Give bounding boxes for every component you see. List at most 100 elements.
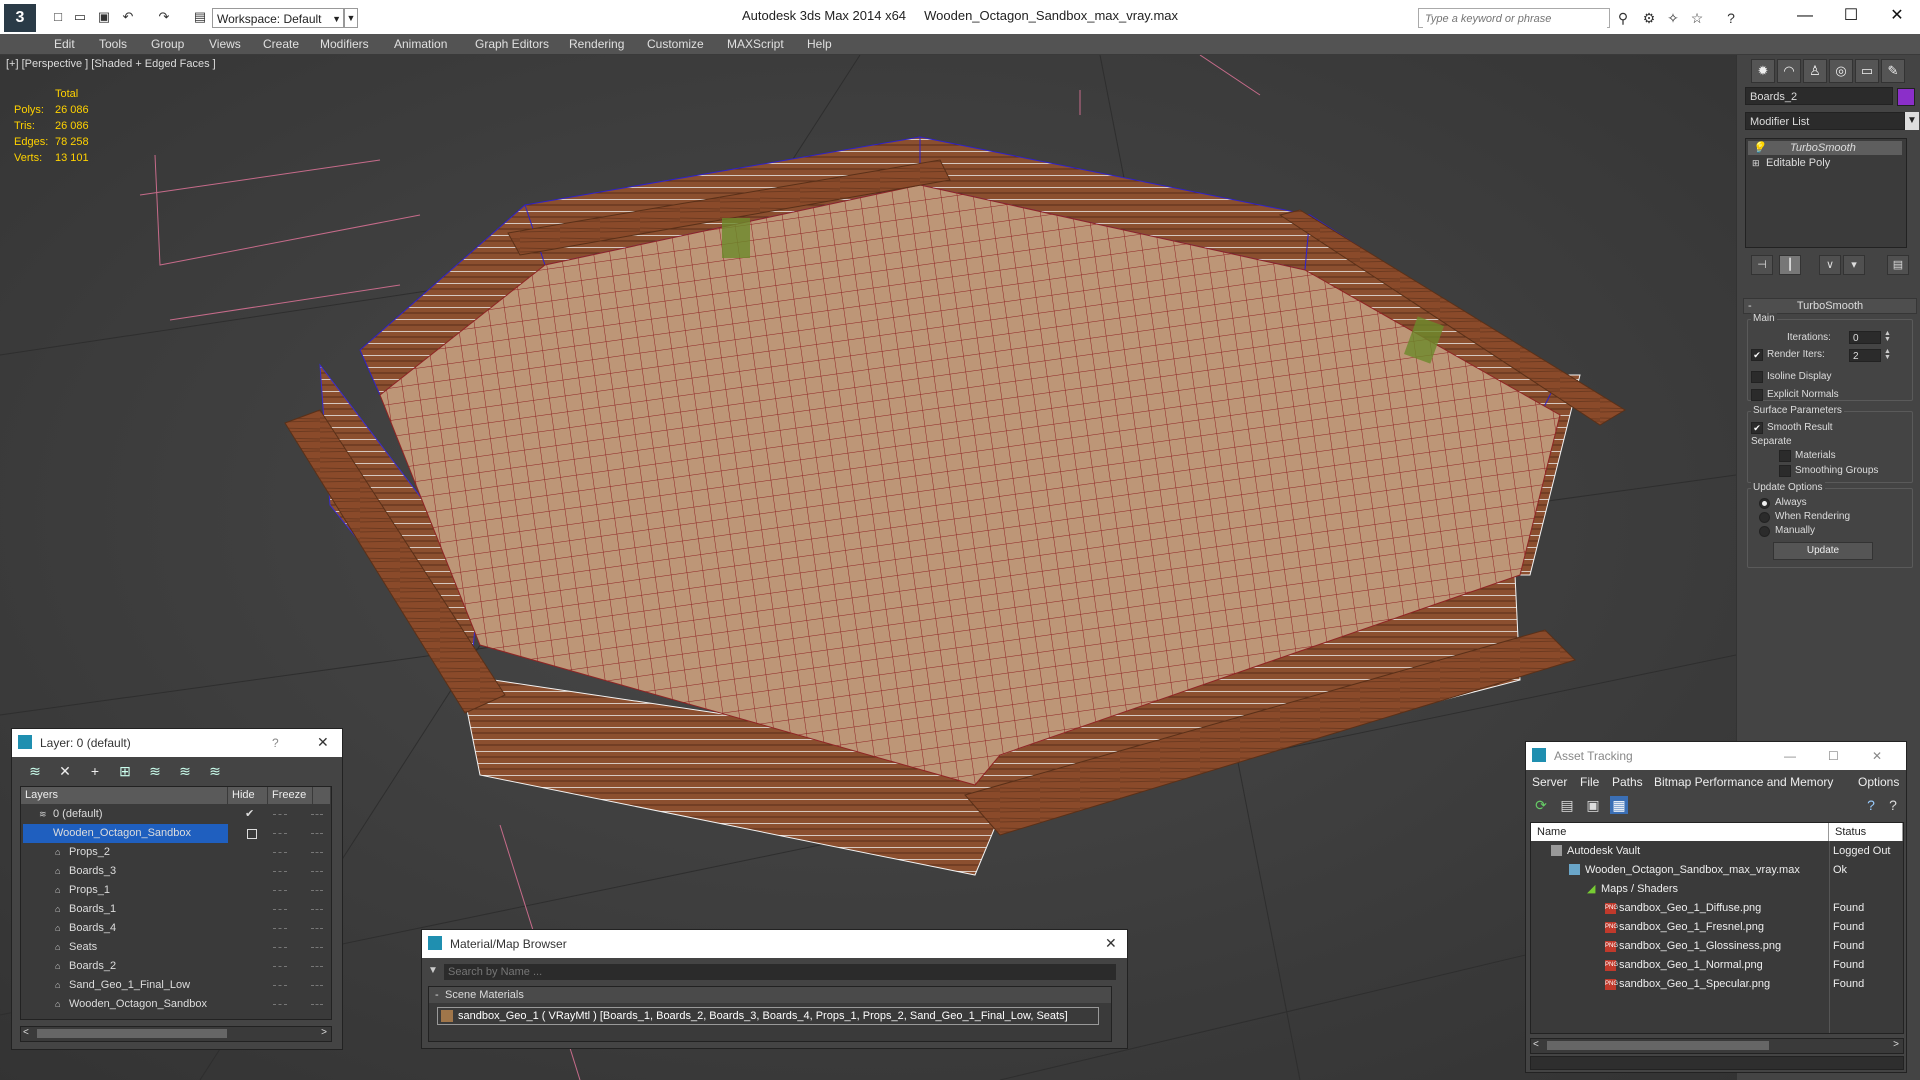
pin-stack-icon[interactable]: ⊣	[1751, 255, 1773, 275]
freeze-toggle[interactable]	[311, 1004, 323, 1006]
asset-row[interactable]: PNG sandbox_Geo_1_Glossiness.png Found	[1531, 937, 1903, 956]
configure-sets-icon[interactable]: ▤	[1887, 255, 1909, 275]
menu-graph-editors[interactable]: Graph Editors	[475, 34, 549, 54]
current-layer-check-icon[interactable]: ✔	[245, 805, 254, 824]
open-file-icon[interactable]: ▭	[72, 9, 88, 25]
spinner-arrows-icon[interactable]: ▲ ▼	[1883, 330, 1892, 344]
maximize-icon[interactable]: ☐	[1828, 749, 1839, 763]
hide-all-layers-icon[interactable]: ≋	[176, 762, 194, 780]
freeze-toggle[interactable]	[311, 966, 323, 968]
binoculars-icon[interactable]: ⚲	[1614, 9, 1632, 27]
create-tab-icon[interactable]: ✹	[1751, 59, 1775, 83]
vault-help-icon[interactable]: ?	[1862, 796, 1880, 814]
layer-object-row[interactable]: ⌂ Boards_2	[21, 957, 331, 976]
menu-tools[interactable]: Tools	[99, 34, 127, 54]
materials-checkbox[interactable]	[1779, 450, 1791, 462]
hierarchy-tab-icon[interactable]: ♙	[1803, 59, 1827, 83]
new-file-icon[interactable]: □	[50, 9, 66, 25]
asset-tracking-header[interactable]: Asset Tracking — ☐ ✕	[1526, 742, 1906, 770]
object-color-swatch[interactable]	[1897, 88, 1915, 106]
hide-toggle[interactable]	[273, 814, 287, 816]
update-button[interactable]: Update	[1773, 542, 1873, 560]
chevron-down-icon[interactable]: ▼	[1905, 112, 1919, 130]
delete-layer-icon[interactable]: ✕	[56, 762, 74, 780]
horizontal-scrollbar[interactable]: < >	[20, 1026, 332, 1042]
hide-toggle[interactable]	[273, 966, 287, 968]
minimize-button[interactable]: —	[1782, 0, 1828, 32]
freeze-toggle[interactable]	[311, 928, 323, 930]
search-box[interactable]	[1418, 8, 1610, 28]
col-name-header[interactable]: Name	[1531, 823, 1829, 841]
layer-object-row[interactable]: ⌂ Seats	[21, 938, 331, 957]
hide-toggle[interactable]	[273, 985, 287, 987]
col-layers-header[interactable]: Layers	[21, 787, 228, 804]
redo-icon[interactable]: ↷	[156, 9, 172, 25]
smoothing-groups-checkbox[interactable]	[1779, 465, 1791, 477]
freeze-toggle[interactable]	[311, 833, 323, 835]
subscription-icon[interactable]: ⚙	[1640, 9, 1658, 27]
expand-plus-icon[interactable]: ⊞	[1752, 156, 1760, 170]
object-name-field[interactable]: Boards_2	[1745, 87, 1893, 105]
select-layer-icon[interactable]: ⊞	[116, 762, 134, 780]
horizontal-scrollbar[interactable]: < >	[1530, 1038, 1904, 1054]
stack-item-editable-poly[interactable]: ⊞ Editable Poly	[1748, 156, 1902, 170]
close-icon[interactable]: ✕	[1105, 935, 1117, 952]
freeze-toggle[interactable]	[311, 909, 323, 911]
menu-views[interactable]: Views	[209, 34, 241, 54]
menu-maxscript[interactable]: MAXScript	[727, 34, 784, 54]
help-icon[interactable]: ?	[1884, 796, 1902, 814]
always-radio[interactable]	[1759, 498, 1770, 509]
layer-object-row[interactable]: ⌂ Sand_Geo_1_Final_Low	[21, 976, 331, 995]
menu-rendering[interactable]: Rendering	[569, 34, 624, 54]
scroll-right-icon[interactable]: >	[1893, 1039, 1899, 1050]
hide-toggle[interactable]	[273, 909, 287, 911]
utilities-tab-icon[interactable]: ✎	[1881, 59, 1905, 83]
freeze-toggle[interactable]	[311, 871, 323, 873]
render-iters-spinner[interactable]: 2	[1849, 349, 1881, 362]
hide-toggle[interactable]	[273, 1004, 287, 1006]
add-to-layer-icon[interactable]: +	[86, 762, 104, 780]
col-freeze-header[interactable]: Freeze	[268, 787, 313, 804]
menu-group[interactable]: Group	[151, 34, 184, 54]
asset-row[interactable]: PNG sandbox_Geo_1_Specular.png Found	[1531, 975, 1903, 994]
layer-object-row[interactable]: ⌂ Props_2	[21, 843, 331, 862]
material-search-input[interactable]	[444, 964, 1116, 980]
iterations-spinner[interactable]: 0	[1849, 331, 1881, 344]
scroll-thumb[interactable]	[37, 1029, 227, 1038]
close-icon[interactable]: ✕	[1872, 749, 1882, 763]
help-icon[interactable]: ?	[272, 736, 279, 750]
refresh-icon[interactable]: ⟳	[1532, 796, 1550, 814]
menu-animation[interactable]: Animation	[394, 34, 447, 54]
close-icon[interactable]: ✕	[317, 734, 329, 751]
scroll-right-icon[interactable]: >	[321, 1027, 327, 1038]
material-item[interactable]: sandbox_Geo_1 ( VRayMtl ) [Boards_1, Boa…	[437, 1007, 1099, 1025]
freeze-toggle[interactable]	[311, 985, 323, 987]
hide-toggle[interactable]	[273, 928, 287, 930]
make-unique-icon[interactable]: ∨	[1819, 255, 1841, 275]
workspace-menu-button[interactable]: ▼	[344, 8, 358, 28]
hide-toggle[interactable]	[273, 852, 287, 854]
asset-row[interactable]: PNG sandbox_Geo_1_Fresnel.png Found	[1531, 918, 1903, 937]
explicit-normals-checkbox[interactable]	[1751, 389, 1763, 401]
viewport-label[interactable]: [+] [Perspective ] [Shaded + Edged Faces…	[6, 58, 216, 70]
render-iters-checkbox[interactable]: ✔	[1751, 349, 1763, 361]
col-hide-header[interactable]: Hide	[228, 787, 268, 804]
hide-toggle[interactable]	[273, 947, 287, 949]
scroll-left-icon[interactable]: <	[1533, 1039, 1539, 1050]
freeze-toggle[interactable]	[311, 890, 323, 892]
project-folder-icon[interactable]: ▤	[192, 9, 208, 25]
when-rendering-radio[interactable]	[1759, 512, 1770, 523]
menu-help[interactable]: Help	[807, 34, 832, 54]
menu-customize[interactable]: Customize	[647, 34, 704, 54]
at-menu-server[interactable]: Server	[1532, 775, 1567, 789]
freeze-toggle[interactable]	[311, 947, 323, 949]
material-browser-header[interactable]: Material/Map Browser ✕	[422, 930, 1127, 958]
display-tab-icon[interactable]: ▭	[1855, 59, 1879, 83]
thumbnail-view-icon[interactable]: ▣	[1584, 796, 1602, 814]
asset-row[interactable]: Autodesk Vault Logged Out	[1531, 842, 1903, 861]
menu-modifiers[interactable]: Modifiers	[320, 34, 369, 54]
at-menu-options[interactable]: Options	[1858, 775, 1899, 789]
layer-row[interactable]: ≋ 0 (default) ✔	[21, 805, 331, 824]
asset-row[interactable]: ◢ Maps / Shaders	[1531, 880, 1903, 899]
scene-materials-group[interactable]: - Scene Materials	[429, 987, 1111, 1003]
